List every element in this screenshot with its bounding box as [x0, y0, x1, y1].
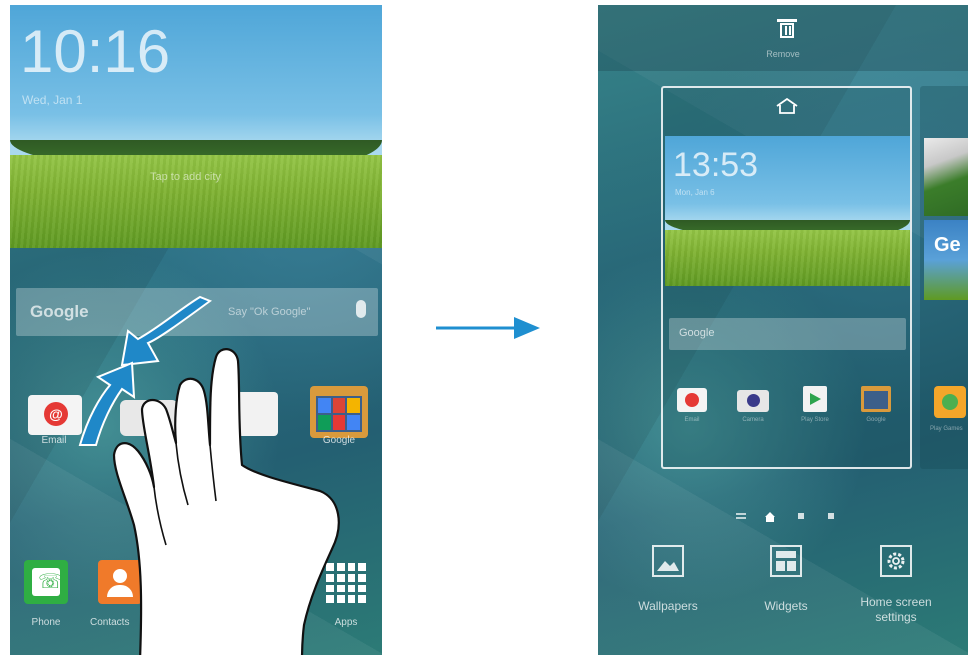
right-edit-screen: Remove 13:53 Mon, Jan 6 Google Email Cam… [598, 5, 968, 655]
widgets-icon [770, 545, 802, 577]
pinch-arrow-lower [78, 361, 136, 446]
page-indicator-dot-3[interactable] [828, 513, 834, 519]
preview-google-folder-icon [861, 386, 891, 412]
preview-search-bar: Google [669, 318, 906, 350]
remove-bar[interactable]: Remove [598, 5, 968, 71]
preview-clock-time: 13:53 [673, 146, 759, 184]
widgets-label: Widgets [764, 599, 808, 613]
preview-label-email: Email [684, 417, 700, 423]
home-page-preview[interactable]: 13:53 Mon, Jan 6 Google Email Camera Pla… [661, 86, 912, 469]
set-default-home-icon[interactable] [775, 97, 799, 114]
wallpaper-icon [652, 545, 684, 577]
gear-icon [880, 545, 912, 577]
hand-icon [112, 348, 340, 655]
preview-clock-widget: 13:53 Mon, Jan 6 [665, 136, 910, 286]
preview-label-google: Google [866, 417, 886, 423]
next-preview-image [924, 138, 968, 216]
page-indicator-dot-2[interactable] [798, 513, 804, 519]
remove-label: Remove [766, 49, 800, 59]
home-screen-settings-option[interactable]: Home screen settings [844, 543, 948, 647]
next-preview-games-tile: Ge [924, 220, 968, 300]
left-home-screen: 10:16 Wed, Jan 1 Tap to add city Google … [10, 5, 382, 655]
transition-arrow-icon [436, 317, 540, 339]
preview-clock-date: Mon, Jan 6 [675, 188, 715, 197]
wallpapers-option[interactable]: Wallpapers [618, 543, 718, 643]
preview-play-store-icon [803, 386, 827, 412]
play-games-icon [934, 386, 966, 418]
page-indicator-feed[interactable] [736, 513, 746, 515]
preview-camera-icon [737, 390, 769, 412]
next-page-preview[interactable]: Ge Play Games [920, 86, 968, 469]
next-preview-label: Play Games [930, 426, 963, 432]
preview-label-play-store: Play Store [801, 417, 829, 423]
preview-email-icon [677, 388, 707, 412]
wallpapers-label: Wallpapers [638, 599, 698, 613]
preview-label-camera: Camera [742, 417, 764, 423]
page-indicator [736, 509, 846, 525]
pinch-gesture-overlay [78, 295, 340, 655]
widgets-option[interactable]: Widgets [736, 543, 836, 643]
trash-icon [777, 19, 797, 39]
pinch-arrow-upper [120, 295, 213, 367]
home-screen-settings-label: Home screen settings [860, 595, 932, 624]
preview-google-logo: Google [679, 327, 715, 339]
page-indicator-home-icon[interactable] [764, 510, 776, 528]
